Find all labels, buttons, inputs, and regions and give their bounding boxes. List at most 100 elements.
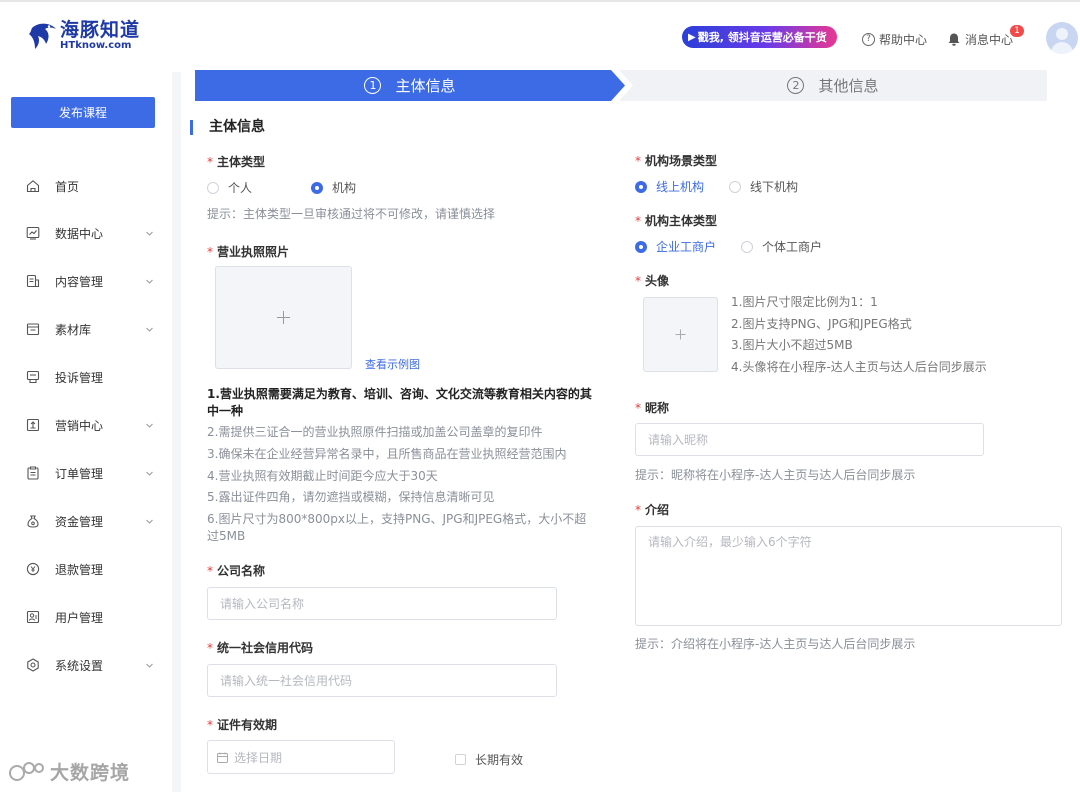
required-mark: * [635, 401, 641, 415]
license-rule-2: 2.需提供三证合一的营业执照原件扫描或加盖公司盖章的复印件 [207, 425, 543, 439]
sidebar-item-label: 退款管理 [55, 562, 104, 577]
sidebar-item-funds[interactable]: 资金管理 [0, 509, 172, 533]
step-label: 其他信息 [818, 77, 879, 95]
nickname-hint: 提示：昵称将在小程序-达人主页与达人后台同步展示 [635, 468, 916, 482]
license-rule-4: 4.营业执照有效期截止时间距今应大于30天 [207, 469, 438, 483]
radio-online-org[interactable]: 线上机构 [635, 178, 704, 195]
step-other-info[interactable]: 2 其他信息 [619, 70, 1047, 101]
refund-icon [26, 562, 40, 576]
radio-button[interactable] [729, 180, 741, 193]
intro-textarea[interactable] [635, 526, 1062, 626]
sidebar-item-complaints[interactable]: 投诉管理 [0, 365, 172, 389]
message-center-link[interactable]: 消息中心 1 [948, 25, 1024, 48]
help-label: 帮助中心 [879, 33, 928, 47]
license-photo-label: * 营业执照照片 [207, 245, 290, 259]
avatar-tip: 2.图片支持PNG、JPG和JPEG格式 [731, 316, 912, 331]
radio-button[interactable] [207, 181, 219, 194]
folder-icon [26, 323, 40, 336]
main-content: 1 主体信息 2 其他信息 主体信息 * 主体类型 个人 机构 提示：主体类型一旦… [181, 70, 1080, 792]
sidebar: 发布课程 首页 数据中心 内容管理 素材库 投诉管理 营销中心 订单管理 资金管… [0, 72, 172, 792]
sidebar-item-content[interactable]: 内容管理 [0, 269, 172, 293]
step-number: 1 [364, 77, 382, 94]
sidebar-item-settings[interactable]: 系统设置 [0, 653, 172, 677]
radio-button-selected[interactable] [635, 240, 647, 253]
publish-course-button[interactable]: 发布课程 [11, 97, 155, 128]
radio-enterprise[interactable]: 企业工商户 [635, 238, 716, 255]
credit-code-label: * 统一社会信用代码 [207, 641, 314, 655]
watermark: 大数跨境 [8, 758, 130, 785]
sidebar-item-label: 营销中心 [55, 418, 104, 433]
radio-individual-business[interactable]: 个体工商户 [741, 238, 822, 255]
company-name-input[interactable] [207, 587, 557, 620]
long-term-checkbox[interactable]: 长期有效 [455, 751, 523, 768]
radio-organization[interactable]: 机构 [311, 179, 356, 196]
chevron-down-icon [146, 231, 153, 236]
radio-offline-org[interactable]: 线下机构 [729, 178, 798, 195]
bell-icon [948, 33, 960, 46]
subject-type-hint: 提示：主体类型一旦审核通过将不可修改，请谨慎选择 [207, 207, 496, 221]
radio-button-selected[interactable] [635, 180, 647, 193]
message-badge: 1 [1010, 25, 1024, 37]
credit-code-input[interactable] [207, 664, 557, 697]
chevron-down-icon [146, 471, 153, 476]
license-rule-3: 3.确保未在企业经营异常名录中，且所售商品在营业执照经营范围内 [207, 447, 567, 461]
required-mark: * [207, 564, 213, 578]
required-mark: * [635, 503, 641, 517]
sidebar-item-label: 用户管理 [55, 610, 104, 625]
license-upload-box[interactable] [215, 266, 352, 369]
avatar-tips: 1.图片尺寸限定比例为1：1 2.图片支持PNG、JPG和JPEG格式 3.图片… [731, 292, 987, 378]
sidebar-item-label: 投诉管理 [55, 370, 104, 385]
validity-date-picker[interactable]: 选择日期 [207, 740, 395, 774]
sidebar-item-users[interactable]: 用户管理 [0, 605, 172, 629]
required-mark: * [635, 154, 641, 168]
radio-button-selected[interactable] [311, 181, 323, 194]
avatar-upload-box[interactable] [643, 297, 718, 372]
logo[interactable]: 海豚知道 HTknow.com [28, 20, 140, 52]
intro-label: * 介绍 [635, 503, 670, 517]
sidebar-item-orders[interactable]: 订单管理 [0, 461, 172, 485]
sidebar-item-label: 内容管理 [55, 274, 104, 289]
play-icon: ▶ [688, 31, 696, 43]
sidebar-item-marketing[interactable]: 营销中心 [0, 413, 172, 437]
view-example-link[interactable]: 查看示例图 [365, 356, 420, 372]
license-rule-1: 1.营业执照需要满足为教育、培训、咨询、文化交流等教育相关内容的其中一种 [207, 387, 592, 418]
dolphin-logo-icon [29, 23, 56, 49]
question-icon: ? [862, 33, 875, 46]
home-icon [26, 180, 40, 193]
scene-type-label: * 机构场景类型 [635, 154, 718, 168]
user-icon [26, 610, 40, 624]
required-mark: * [207, 245, 213, 259]
marketing-icon [26, 418, 40, 432]
validity-label: * 证件有效期 [207, 718, 278, 732]
checkbox[interactable] [455, 754, 466, 765]
section-title: 主体信息 [190, 120, 265, 135]
sidebar-item-label: 系统设置 [55, 658, 104, 673]
calendar-icon [217, 752, 228, 763]
sidebar-item-home[interactable]: 首页 [0, 174, 172, 198]
messages-label: 消息中心 [965, 33, 1014, 47]
chevron-down-icon [146, 663, 153, 668]
help-center-link[interactable]: ? 帮助中心 [862, 31, 927, 48]
license-rule-5: 5.露出证件四角，请勿遮挡或模糊，保持信息清晰可见 [207, 490, 495, 504]
sidebar-item-label: 订单管理 [55, 466, 104, 481]
sidebar-item-label: 资金管理 [55, 514, 104, 529]
radio-button[interactable] [741, 240, 753, 253]
money-bag-icon [27, 515, 39, 528]
chevron-down-icon [146, 519, 153, 524]
nickname-input[interactable] [635, 423, 984, 456]
promo-text: 戳我, 领抖音运营必备干货 [697, 31, 827, 44]
required-mark: * [207, 155, 213, 169]
plus-icon [277, 311, 290, 324]
required-mark: * [635, 214, 641, 228]
sidebar-item-refunds[interactable]: 退款管理 [0, 557, 172, 581]
user-avatar[interactable] [1046, 22, 1078, 54]
radio-personal[interactable]: 个人 [207, 179, 252, 196]
company-name-label: * 公司名称 [207, 564, 266, 578]
logo-subtitle: HTknow.com [60, 40, 132, 51]
sidebar-item-data-center[interactable]: 数据中心 [0, 221, 172, 245]
promo-banner[interactable]: ▶ 戳我, 领抖音运营必备干货 [682, 26, 837, 48]
avatar-tip: 1.图片尺寸限定比例为1：1 [731, 295, 878, 309]
step-subject-info[interactable]: 1 主体信息 [195, 70, 625, 101]
sidebar-item-material-library[interactable]: 素材库 [0, 317, 172, 341]
sidebar-item-label: 首页 [55, 179, 80, 194]
